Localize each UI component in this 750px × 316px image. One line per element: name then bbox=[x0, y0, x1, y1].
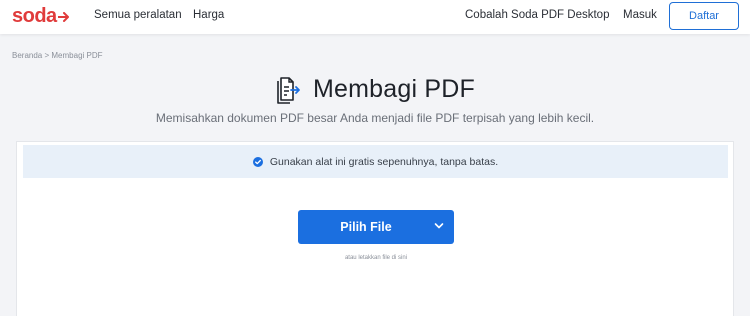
soda-logo[interactable]: soda bbox=[12, 5, 70, 27]
signup-button[interactable]: Daftar bbox=[669, 2, 739, 30]
page-heading: Membagi PDF bbox=[0, 74, 750, 104]
check-circle-icon bbox=[252, 156, 263, 167]
breadcrumb: Beranda > Membagi PDF bbox=[12, 51, 103, 60]
nav-pricing[interactable]: Harga bbox=[193, 9, 224, 21]
logo-arrow-icon bbox=[57, 12, 69, 22]
free-notice-banner: Gunakan alat ini gratis sepenuhnya, tanp… bbox=[23, 145, 728, 178]
chevron-down-icon[interactable] bbox=[434, 222, 444, 230]
split-pdf-icon bbox=[277, 77, 300, 104]
drop-zone-hint: atau letakkan file di sini bbox=[344, 255, 408, 261]
page-title: Membagi PDF bbox=[313, 74, 475, 103]
nav-desktop-link[interactable]: Cobalah Soda PDF Desktop bbox=[465, 9, 609, 21]
breadcrumb-home[interactable]: Beranda bbox=[12, 51, 42, 60]
upload-card: Gunakan alat ini gratis sepenuhnya, tanp… bbox=[16, 141, 734, 316]
notice-text: Gunakan alat ini gratis sepenuhnya, tanp… bbox=[269, 155, 499, 168]
top-header: soda Semua peralatan Harga Cobalah Soda … bbox=[0, 0, 750, 34]
choose-file-label[interactable]: Pilih File bbox=[298, 210, 434, 244]
choose-file-button[interactable]: Pilih File bbox=[298, 210, 454, 244]
nav-all-tools[interactable]: Semua peralatan bbox=[94, 9, 182, 21]
breadcrumb-separator: > bbox=[44, 51, 50, 60]
breadcrumb-current: Membagi PDF bbox=[51, 51, 103, 60]
login-link[interactable]: Masuk bbox=[623, 9, 657, 21]
logo-text: soda bbox=[12, 5, 57, 27]
page-subtitle: Memisahkan dokumen PDF besar Anda menjad… bbox=[155, 111, 595, 125]
